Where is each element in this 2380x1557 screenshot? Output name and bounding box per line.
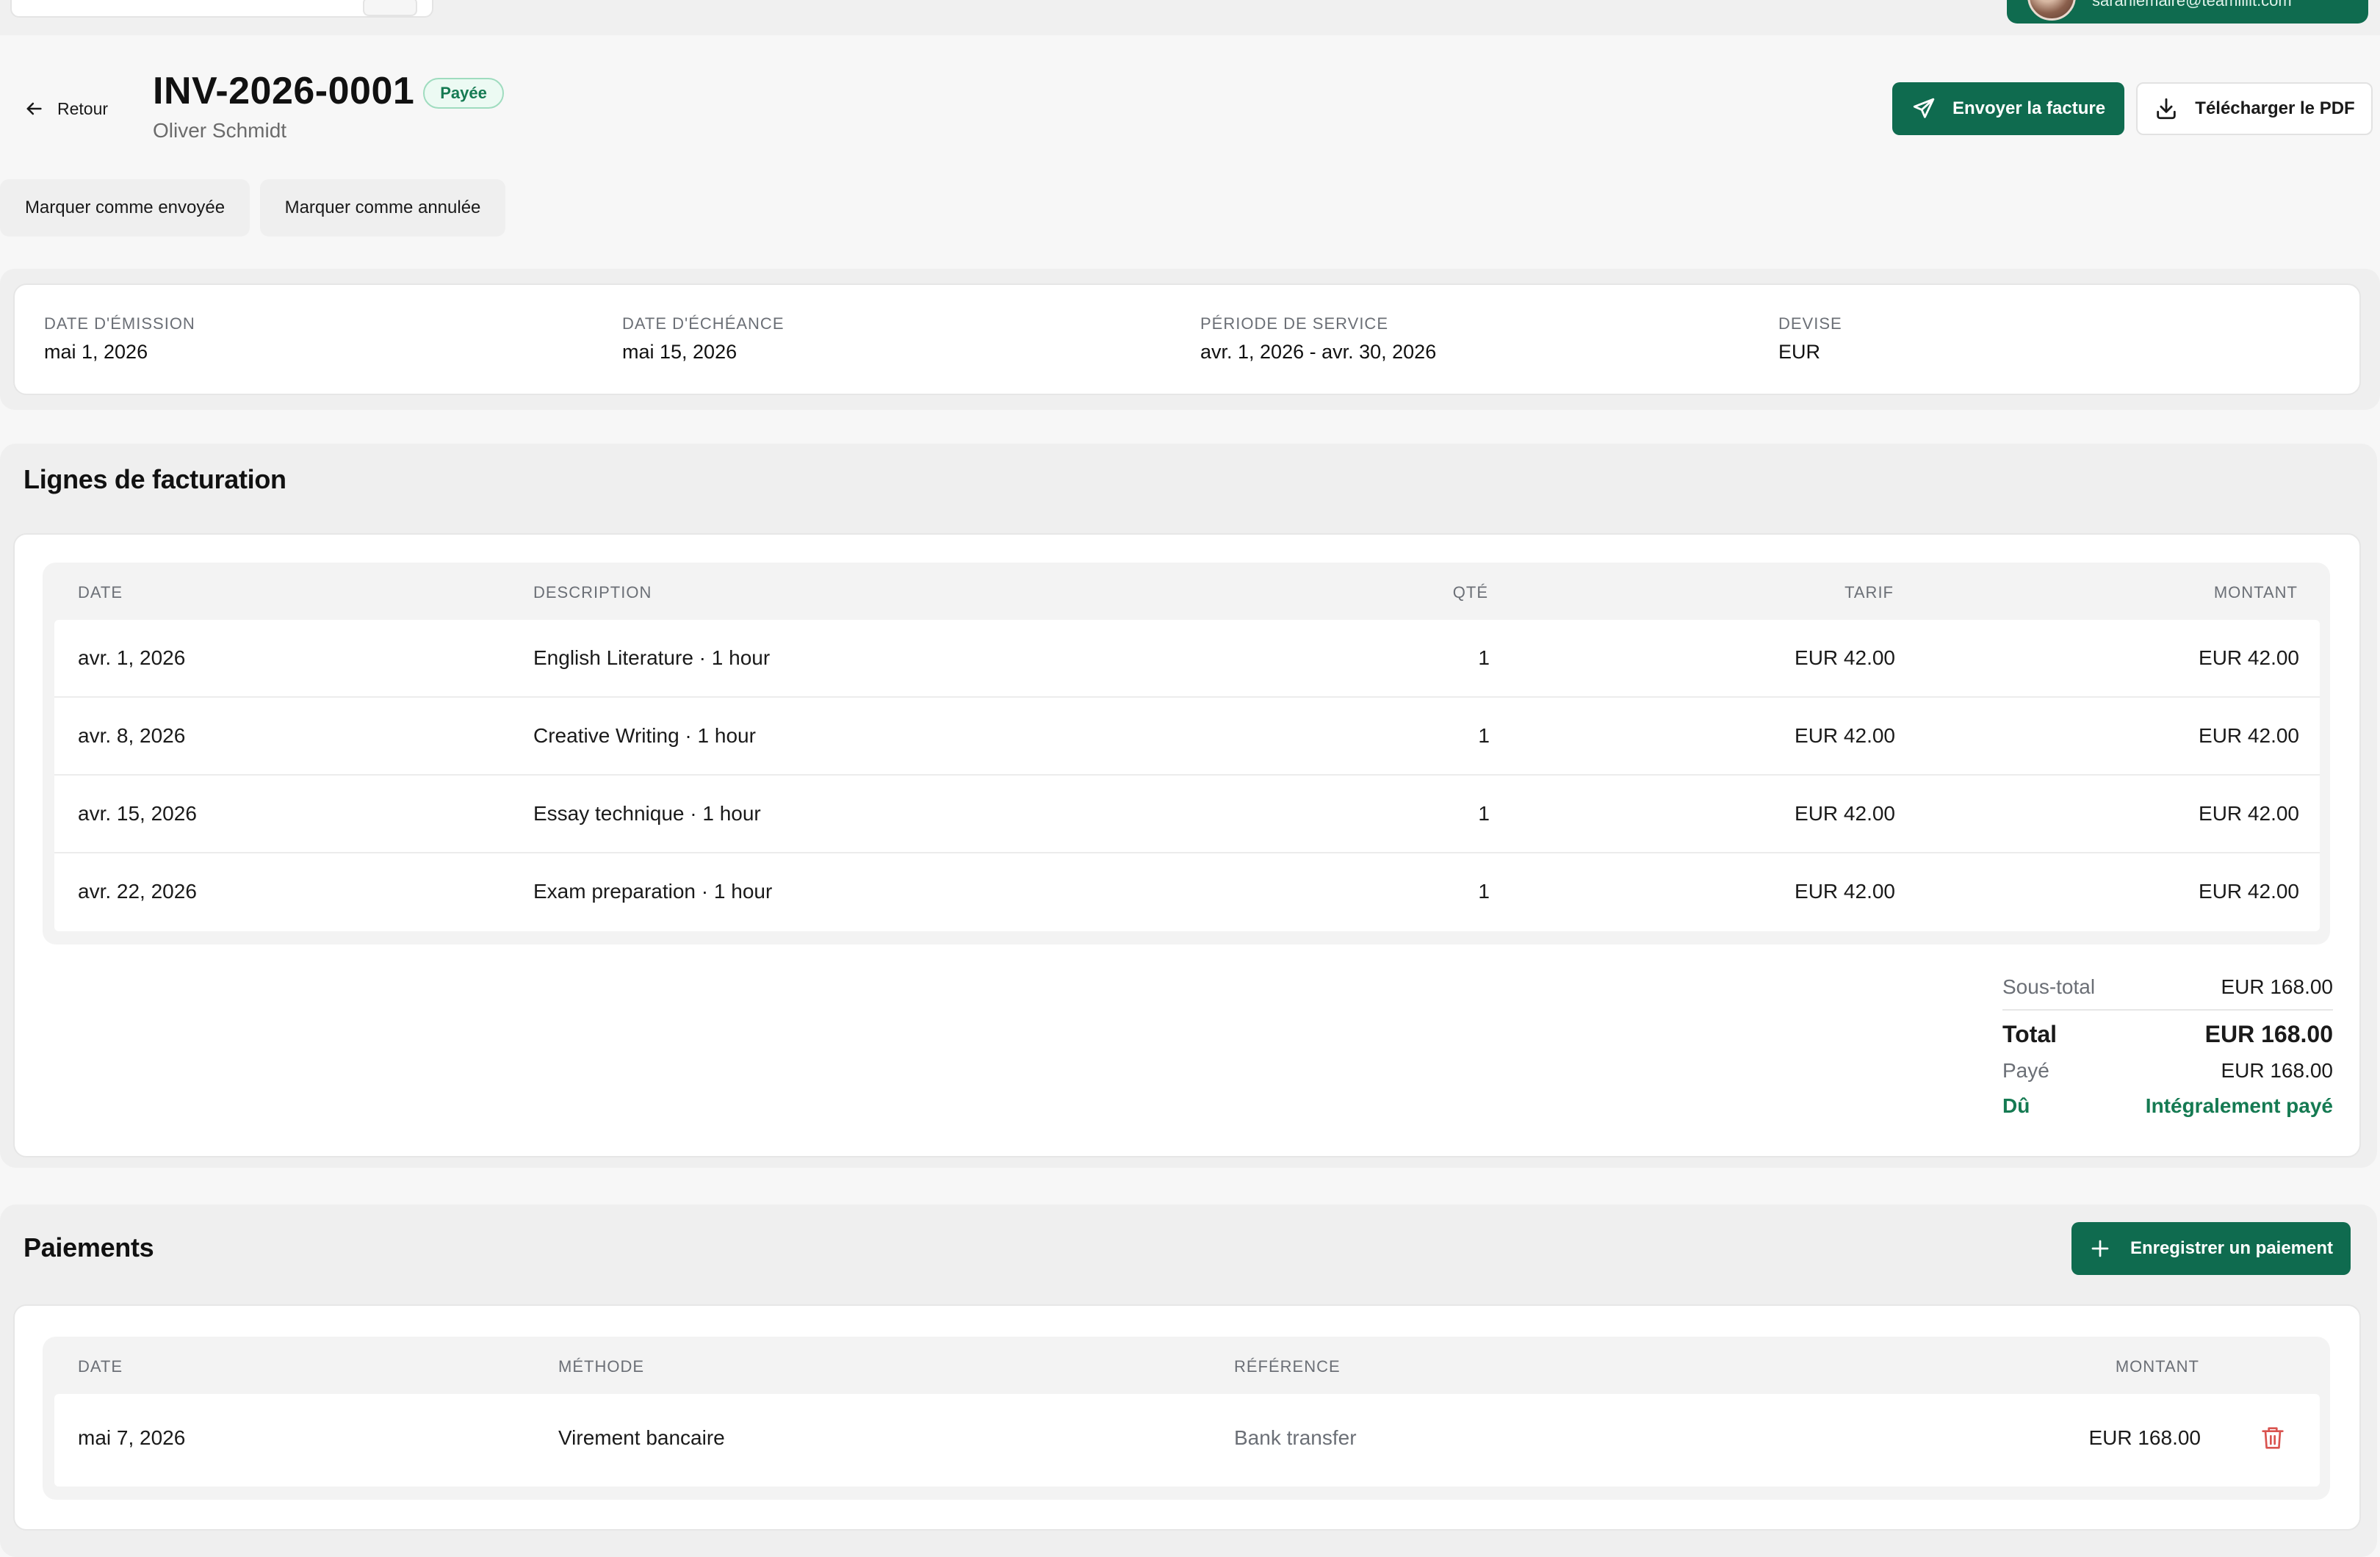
user-email: sarahlemaire@teamillit.com [2092, 0, 2292, 10]
line-items-table-header: DATE DESCRIPTION QTÉ TARIF MONTANT [43, 563, 2330, 620]
due-value: Intégralement payé [2145, 1094, 2333, 1117]
table-row: avr. 1, 2026 English Literature · 1 hour… [54, 620, 2320, 698]
subtotal-line: Sous-total EUR 168.00 [2002, 975, 2333, 1011]
service-period-value: avr. 1, 2026 - avr. 30, 2026 [1200, 341, 1437, 363]
row-description: Creative Writing · 1 hour [533, 724, 756, 747]
subtotal-value: EUR 168.00 [2221, 975, 2333, 998]
row-qty: 1 [1478, 646, 1490, 669]
row-description: English Literature · 1 hour [533, 646, 771, 669]
send-icon [1913, 98, 1935, 118]
row-date: avr. 1, 2026 [78, 646, 186, 669]
row-rate: EUR 42.00 [1795, 646, 1895, 669]
row-qty: 1 [1478, 724, 1490, 747]
row-amount: EUR 42.00 [2199, 802, 2299, 825]
issue-date-field: DATE D'ÉMISSION mai 1, 2026 [44, 314, 195, 364]
currency-field: DEVISE EUR [1778, 314, 1842, 364]
payments-title: Paiements [24, 1232, 154, 1262]
currency-value: EUR [1778, 341, 1821, 363]
payments-card: DATE MÉTHODE RÉFÉRENCE MONTANT mai 7, 20… [13, 1304, 2361, 1531]
col-date: DATE [78, 1357, 123, 1376]
invoice-details-card: DATE D'ÉMISSION mai 1, 2026 DATE D'ÉCHÉA… [13, 283, 2361, 395]
mark-cancelled-button[interactable]: Marquer comme annulée [260, 179, 505, 236]
invoice-totals: Sous-total EUR 168.00 Total EUR 168.00 P… [2002, 975, 2333, 1122]
row-amount: EUR 42.00 [2199, 646, 2299, 669]
due-line: Dû Intégralement payé [2002, 1087, 2333, 1122]
total-label: Total [2002, 1021, 2058, 1047]
payments-table-body: mai 7, 2026 Virement bancaire Bank trans… [54, 1394, 2320, 1486]
col-amount: MONTANT [2213, 583, 2298, 602]
download-icon [2157, 98, 2177, 120]
col-qty: QTÉ [1452, 583, 1488, 602]
due-date-value: mai 15, 2026 [622, 341, 738, 363]
col-method: MÉTHODE [558, 1357, 644, 1376]
client-name: Oliver Schmidt [153, 119, 287, 142]
paid-line: Payé EUR 168.00 [2002, 1052, 2333, 1087]
delete-payment-icon[interactable] [2261, 1425, 2285, 1451]
row-rate: EUR 42.00 [1795, 802, 1895, 825]
row-rate: EUR 42.00 [1795, 724, 1895, 747]
due-date-field: DATE D'ÉCHÉANCE mai 15, 2026 [622, 314, 785, 364]
line-items-card: DATE DESCRIPTION QTÉ TARIF MONTANT avr. … [13, 533, 2361, 1157]
subtotal-label: Sous-total [2002, 975, 2096, 998]
back-label: Retour [57, 98, 109, 118]
payment-amount: EUR 168.00 [2088, 1426, 2201, 1449]
row-qty: 1 [1478, 880, 1490, 903]
table-row: mai 7, 2026 Virement bancaire Bank trans… [54, 1394, 2320, 1486]
line-items-table: DATE DESCRIPTION QTÉ TARIF MONTANT avr. … [43, 563, 2330, 944]
due-label: Dû [2002, 1094, 2030, 1117]
global-search-input[interactable] [10, 0, 433, 18]
row-amount: EUR 42.00 [2199, 880, 2299, 903]
payments-table-header: DATE MÉTHODE RÉFÉRENCE MONTANT [43, 1337, 2330, 1394]
row-description: Essay technique · 1 hour [533, 802, 761, 825]
send-invoice-label: Envoyer la facture [1952, 98, 2106, 118]
col-rate: TARIF [1844, 583, 1894, 602]
col-reference: RÉFÉRENCE [1234, 1357, 1341, 1376]
row-date: avr. 15, 2026 [78, 802, 197, 825]
payment-date: mai 7, 2026 [78, 1426, 186, 1449]
back-link[interactable]: Retour [24, 97, 108, 120]
issue-date-value: mai 1, 2026 [44, 341, 148, 363]
total-line: Total EUR 168.00 [2002, 1011, 2333, 1052]
paid-label: Payé [2002, 1059, 2049, 1082]
row-amount: EUR 42.00 [2199, 724, 2299, 747]
currency-label: DEVISE [1778, 314, 1842, 333]
service-period-label: PÉRIODE DE SERVICE [1200, 314, 1388, 333]
paid-value: EUR 168.00 [2221, 1059, 2333, 1082]
row-description: Exam preparation · 1 hour [533, 880, 773, 903]
payment-method: Virement bancaire [558, 1426, 725, 1449]
download-pdf-label: Télécharger le PDF [2195, 98, 2355, 118]
table-row: avr. 15, 2026 Essay technique · 1 hour 1… [54, 776, 2320, 853]
record-payment-button[interactable]: Enregistrer un paiement [2071, 1222, 2351, 1275]
status-badge: Payée [423, 78, 504, 109]
plus-icon [2091, 1240, 2109, 1257]
table-row: avr. 8, 2026 Creative Writing · 1 hour 1… [54, 698, 2320, 776]
mark-sent-button[interactable]: Marquer comme envoyée [0, 179, 250, 236]
invoice-number: INV-2026-0001 [153, 70, 415, 112]
col-description: DESCRIPTION [533, 583, 652, 602]
row-date: avr. 22, 2026 [78, 880, 197, 903]
col-date: DATE [78, 583, 123, 602]
arrow-left-icon [26, 102, 42, 115]
issue-date-label: DATE D'ÉMISSION [44, 314, 195, 333]
table-row: avr. 22, 2026 Exam preparation · 1 hour … [54, 853, 2320, 931]
service-period-field: PÉRIODE DE SERVICE avr. 1, 2026 - avr. 3… [1200, 314, 1436, 364]
total-value: EUR 168.00 [2204, 1021, 2333, 1047]
download-pdf-button[interactable]: Télécharger le PDF [2136, 82, 2373, 135]
col-amount: MONTANT [2115, 1357, 2199, 1376]
line-items-title: Lignes de facturation [24, 464, 286, 494]
row-qty: 1 [1478, 802, 1490, 825]
line-items-table-body: avr. 1, 2026 English Literature · 1 hour… [54, 620, 2320, 931]
search-shortcut-hint [363, 0, 417, 16]
payments-table: DATE MÉTHODE RÉFÉRENCE MONTANT mai 7, 20… [43, 1337, 2330, 1500]
user-menu-button[interactable]: sarahlemaire@teamillit.com [2007, 0, 2368, 24]
user-avatar [2027, 0, 2076, 21]
row-rate: EUR 42.00 [1795, 880, 1895, 903]
due-date-label: DATE D'ÉCHÉANCE [622, 314, 785, 333]
payment-reference: Bank transfer [1234, 1426, 1357, 1449]
record-payment-label: Enregistrer un paiement [2130, 1238, 2334, 1258]
row-date: avr. 8, 2026 [78, 724, 186, 747]
send-invoice-button[interactable]: Envoyer la facture [1892, 82, 2124, 135]
